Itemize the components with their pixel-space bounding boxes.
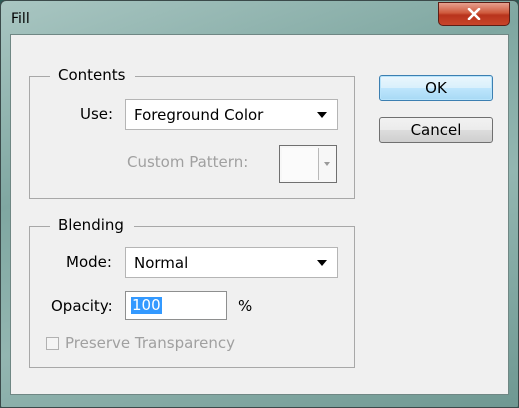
use-dropdown[interactable]: Foreground Color: [125, 99, 338, 130]
pattern-swatch: [282, 148, 319, 180]
dialog-body: Contents Use: Foreground Color Custom Pa…: [10, 34, 509, 395]
close-button[interactable]: [438, 2, 510, 26]
opacity-unit: %: [238, 297, 253, 315]
use-label: Use:: [80, 105, 114, 123]
contents-group-title: Contents: [50, 66, 136, 84]
opacity-input[interactable]: 100: [125, 291, 227, 320]
chevron-down-icon: [317, 112, 327, 118]
chevron-down-icon: [317, 260, 327, 266]
opacity-value: 100: [131, 296, 162, 314]
chevron-down-icon: [324, 162, 330, 166]
opacity-label: Opacity:: [51, 297, 113, 315]
mode-dropdown-value: Normal: [134, 254, 189, 272]
use-dropdown-value: Foreground Color: [134, 106, 264, 124]
fill-dialog: Fill Contents Use: Foreground Color Cust…: [0, 0, 519, 408]
title-bar[interactable]: Fill: [1, 1, 518, 35]
window-title: Fill: [11, 11, 30, 27]
blending-group-title: Blending: [50, 216, 134, 234]
close-icon: [439, 3, 509, 25]
mode-dropdown[interactable]: Normal: [125, 247, 338, 278]
custom-pattern-label: Custom Pattern:: [127, 153, 249, 171]
preserve-transparency-label[interactable]: Preserve Transparency: [65, 334, 235, 352]
cancel-button[interactable]: Cancel: [379, 117, 493, 143]
preserve-transparency-checkbox[interactable]: [46, 337, 59, 350]
custom-pattern-picker: [279, 145, 337, 183]
ok-button[interactable]: OK: [379, 75, 493, 101]
mode-label: Mode:: [66, 253, 112, 271]
